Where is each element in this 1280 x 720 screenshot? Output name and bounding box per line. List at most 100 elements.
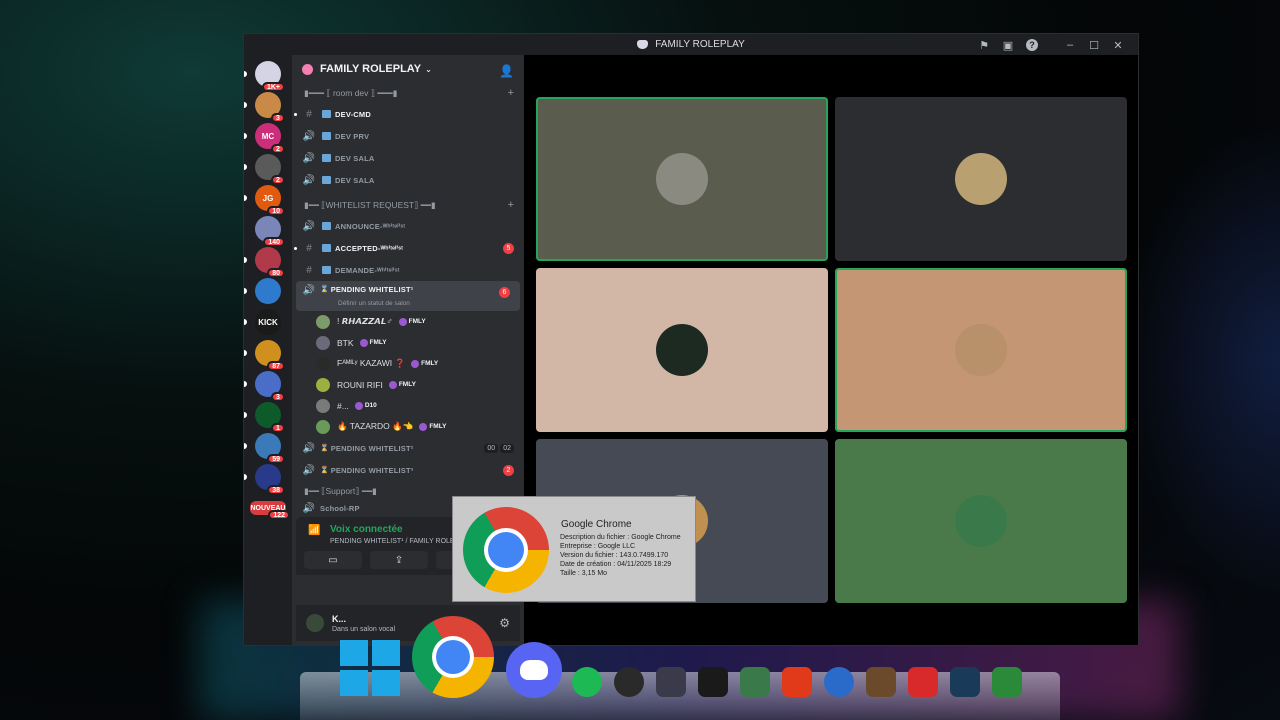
mention-badge: 59 xyxy=(267,454,285,464)
channel-pending-whitelist-3[interactable]: 🔊 ⌛ PENDING WHITELIST³ 2 xyxy=(292,459,524,481)
dev-channel-list: # DEV-CMD 🔊 DEV PRV 🔊 DEV SALA 🔊 DEV SALA xyxy=(292,103,524,191)
avatar xyxy=(955,324,1007,376)
mention-badge: 3 xyxy=(271,392,285,402)
channel-item[interactable]: 🔊 DEV SALA xyxy=(292,147,524,169)
voice-member[interactable]: ! 𝙍𝙃𝘼𝙕𝙕𝘼𝙇♂ FMLY xyxy=(292,311,524,332)
terminal-icon[interactable] xyxy=(740,667,770,697)
remote-desktop-icon[interactable] xyxy=(824,667,854,697)
maximize-button[interactable]: ☐ xyxy=(1082,37,1106,53)
voice-member[interactable]: #... D10 xyxy=(292,395,524,416)
help-button[interactable]: ? xyxy=(1020,37,1044,53)
channel-item[interactable]: 🔊 ANNOUNCE-ᵂʰⁱᵗᵉˡⁱˢᵗ xyxy=(292,215,524,237)
server-icon[interactable]: MC 2 xyxy=(255,123,285,154)
gear-icon[interactable]: ⚙ xyxy=(499,616,510,630)
chevron-down-icon: ⌄ xyxy=(425,64,432,74)
shield-icon[interactable] xyxy=(866,667,896,697)
category-whitelist[interactable]: ▮━━ ⟦WHITELIST REQUEST⟧ ━━▮ + xyxy=(292,195,524,215)
avatar xyxy=(656,324,708,376)
inbox-icon[interactable]: ▣ xyxy=(996,37,1020,53)
camera-button[interactable]: ▭ xyxy=(304,551,362,569)
server-icon[interactable]: 2 xyxy=(255,154,285,185)
video-tile[interactable] xyxy=(835,97,1127,261)
server-icon[interactable]: 1K+ xyxy=(255,61,285,92)
video-tile[interactable] xyxy=(536,268,828,432)
tag-badge-icon xyxy=(388,380,397,389)
channel-status[interactable]: Définir un statut de salon xyxy=(338,300,410,307)
server-icon[interactable]: KICK xyxy=(255,309,281,335)
channel-pending-whitelist-2[interactable]: 🔊 ⌛ PENDING WHITELIST² 00 02 xyxy=(292,437,524,459)
avatar xyxy=(316,398,330,413)
ea-icon[interactable] xyxy=(782,667,812,697)
close-button[interactable]: ✕ xyxy=(1106,37,1130,53)
channel-item[interactable]: 🔊 DEV PRV xyxy=(292,125,524,147)
unread-pill xyxy=(244,319,247,325)
server-icon[interactable]: 140 xyxy=(255,216,285,247)
server-icon[interactable]: 1 xyxy=(255,402,285,433)
server-label: JG xyxy=(262,193,274,203)
avatar xyxy=(656,153,708,205)
video-tile[interactable] xyxy=(835,439,1127,603)
avatar xyxy=(955,495,1007,547)
guild-header[interactable]: FAMILY ROLEPLAY ⌄ 👤 xyxy=(292,55,524,83)
mention-badge: 87 xyxy=(267,361,285,371)
screen-share-button[interactable]: ⇪ xyxy=(370,551,428,569)
gamepad-icon[interactable] xyxy=(656,667,686,697)
channel-item[interactable]: # DEV-CMD xyxy=(292,103,524,125)
voice-member[interactable]: BTK FMLY xyxy=(292,332,524,353)
tooltip-desc: Description du fichier : Google Chrome xyxy=(560,534,681,541)
channel-item[interactable]: 🔊 DEV SALA xyxy=(292,169,524,191)
windows-icon[interactable] xyxy=(340,640,400,696)
server-icon[interactable]: JG 10 xyxy=(255,185,285,216)
server-icon[interactable]: 38 xyxy=(255,464,285,495)
server-icon[interactable] xyxy=(255,278,281,304)
riot-icon[interactable] xyxy=(908,667,938,697)
mention-badge: 1K+ xyxy=(261,82,285,92)
text-channel-icon: # xyxy=(306,264,312,276)
user-name: K... xyxy=(332,614,347,624)
channel-emoji-icon xyxy=(322,176,331,184)
channel-item[interactable]: # DEMANDE-ᵂʰⁱᵗᵉˡⁱˢᵗ xyxy=(292,259,524,281)
channel-item[interactable]: # ACCEPTED-ᵂʰⁱᵗᵉˡⁱˢᵗ 5 xyxy=(292,237,524,259)
server-icon[interactable]: 87 xyxy=(255,340,285,371)
voice-member[interactable]: Fᴬᴹᴵᴸʸ KAZAWI ❓ FMLY xyxy=(292,353,524,374)
server-icon[interactable]: 80 xyxy=(255,247,285,278)
arc-raiders-icon[interactable] xyxy=(698,667,728,697)
unread-pill xyxy=(244,443,247,449)
video-tile[interactable] xyxy=(536,97,828,261)
voice-member[interactable]: ROUNI RIFI FMLY xyxy=(292,374,524,395)
guild-name: FAMILY ROLEPLAY xyxy=(320,63,422,75)
video-tile[interactable] xyxy=(835,268,1127,432)
discord-icon[interactable] xyxy=(506,642,562,698)
steam-icon[interactable] xyxy=(950,667,980,697)
tooltip-date: Date de création : 04/11/2025 18:29 xyxy=(560,561,672,568)
server-icon[interactable]: NOUVEAU 122 xyxy=(250,501,290,520)
category-dev[interactable]: ▮━━━ ⟦ room dev ⟧ ━━━▮ + xyxy=(292,83,524,103)
avatar[interactable] xyxy=(306,614,324,632)
mention-badge: 80 xyxy=(267,268,285,278)
invite-member-icon[interactable]: 👤 xyxy=(499,64,514,78)
category-label: ▮━━ ⟦Support⟧ ━━▮ xyxy=(304,485,377,496)
member-tag: FMLY xyxy=(359,338,387,347)
server-icon[interactable]: 59 xyxy=(255,433,285,464)
spotify-icon[interactable] xyxy=(572,667,602,697)
tag-label: FMLY xyxy=(408,318,426,325)
minimize-button[interactable]: – xyxy=(1058,37,1082,53)
tag-badge-icon xyxy=(354,401,363,410)
voice-channel-path[interactable]: PENDING WHITELIST¹ / FAMILY ROLEPLAY xyxy=(330,538,472,545)
add-channel-icon[interactable]: + xyxy=(508,199,514,211)
channel-pending-whitelist[interactable]: 🔊 ⌛ PENDING WHITELIST¹ 6 Définir un stat… xyxy=(296,281,520,311)
flag-icon[interactable]: ⚑ xyxy=(972,37,996,53)
server-icon[interactable]: 3 xyxy=(255,92,285,123)
greenplay-icon[interactable] xyxy=(992,667,1022,697)
member-name: 🔥 TAZARDO 🔥👈 xyxy=(337,421,414,431)
tag-label: FMLY xyxy=(369,339,387,346)
guild-icon xyxy=(302,63,313,75)
obs-icon[interactable] xyxy=(614,667,644,697)
help-icon: ? xyxy=(1026,39,1038,51)
add-channel-icon[interactable]: + xyxy=(508,87,514,99)
category-label: ▮━━━ ⟦ room dev ⟧ ━━━▮ xyxy=(304,87,398,98)
server-icon[interactable]: 3 xyxy=(255,371,285,402)
chrome-icon[interactable] xyxy=(412,616,494,698)
member-tag: D10 xyxy=(354,401,377,410)
voice-member[interactable]: 🔥 TAZARDO 🔥👈 FMLY xyxy=(292,416,524,437)
